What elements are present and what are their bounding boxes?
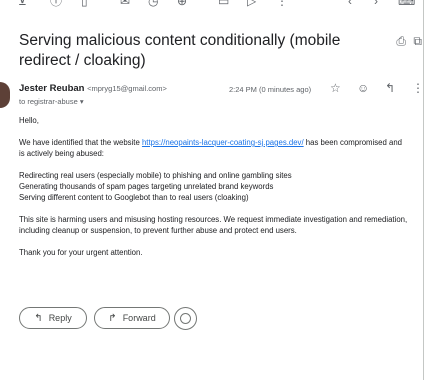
paragraph-1: We have identified that the website http… — [19, 138, 403, 158]
move-to-icon[interactable]: ▭ — [218, 0, 229, 7]
emoji-reaction-icon[interactable]: ☺ — [357, 81, 369, 95]
label-icon[interactable]: ▷ — [247, 0, 256, 7]
greeting: Hello, — [19, 116, 39, 125]
chevron-down-icon[interactable]: ▾ — [80, 97, 84, 106]
open-new-window-icon[interactable]: ⧉ — [413, 34, 422, 49]
reply-label: Reply — [48, 313, 72, 323]
reply-icon: ↰ — [34, 312, 43, 324]
recipient-label: to registrar-abuse — [19, 97, 78, 106]
add-task-icon[interactable]: ⊕ — [177, 0, 187, 7]
report-spam-icon[interactable]: ⓘ — [50, 0, 62, 7]
email-time: 2:24 PM (0 minutes ago) — [229, 85, 312, 94]
forward-button[interactable]: ↱ Forward — [94, 307, 170, 329]
email-body: Hello, We have identified that the websi… — [19, 115, 409, 269]
prev-icon[interactable]: ‹ — [348, 0, 352, 7]
next-icon[interactable]: › — [374, 0, 378, 7]
print-icon[interactable]: ⎙ — [396, 34, 406, 49]
snooze-icon[interactable]: ◷ — [148, 0, 158, 7]
keyboard-icon[interactable]: ⌨ — [398, 0, 415, 7]
reply-icon[interactable]: ↰ — [385, 81, 395, 95]
sender-name[interactable]: Jester Reuban — [19, 83, 84, 94]
list-item: Redirecting real users (especially mobil… — [19, 171, 292, 180]
sender-line: Jester Reuban <mpryg15@gmail.com> — [19, 83, 167, 94]
list-item: Serving different content to Googlebot t… — [19, 193, 249, 202]
recipient-line[interactable]: to registrar-abuse ▾ — [19, 97, 84, 106]
mark-unread-icon[interactable]: ✉ — [120, 0, 130, 7]
avatar[interactable] — [0, 82, 10, 108]
sender-email: <mpryg15@gmail.com> — [87, 84, 167, 93]
forward-icon: ↱ — [108, 312, 117, 324]
website-link[interactable]: https://neopaints-lacquer-coating-sj.pag… — [142, 138, 304, 147]
archive-icon[interactable]: ⊻ — [18, 0, 27, 7]
email-subject: Serving malicious content conditionally … — [19, 32, 341, 69]
paragraph-3: This site is harming users and misusing … — [19, 215, 408, 235]
abuse-list: Redirecting real users (especially mobil… — [19, 170, 409, 203]
emoji-reaction-button[interactable] — [174, 307, 197, 330]
smiley-icon — [180, 313, 191, 324]
forward-label: Forward — [122, 313, 156, 323]
more-vert-icon[interactable]: ⋮ — [276, 0, 288, 7]
star-icon[interactable]: ☆ — [330, 81, 341, 95]
top-toolbar: ⊻ ⓘ ▯ ✉ ◷ ⊕ ▭ ▷ ⋮ ‹ › ⌨ — [0, 0, 424, 12]
reply-button[interactable]: ↰ Reply — [19, 307, 87, 329]
closing: Thank you for your urgent attention. — [19, 248, 143, 257]
list-item: Generating thousands of spam pages targe… — [19, 182, 274, 191]
delete-icon[interactable]: ▯ — [81, 0, 88, 7]
